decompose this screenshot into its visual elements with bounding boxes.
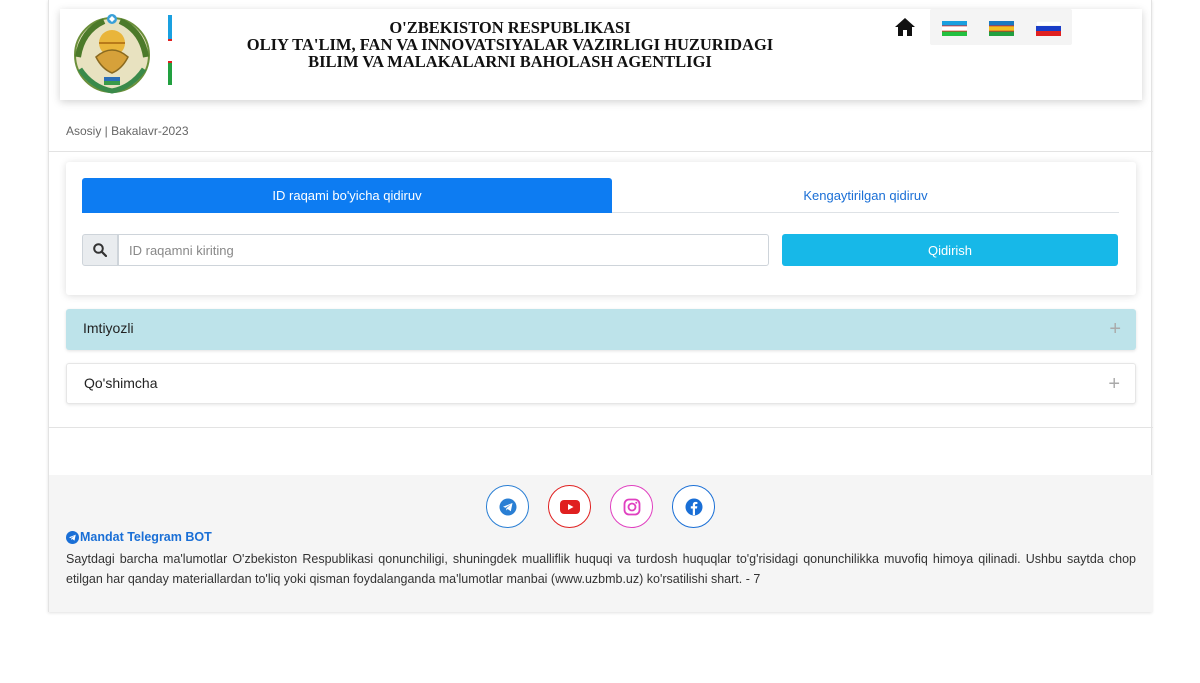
telegram-icon: [499, 498, 516, 515]
accordion-imtiyozli[interactable]: Imtiyozli +: [66, 309, 1136, 350]
agency-title: O'ZBEKISTON RESPUBLIKASI OLIY TA'LIM, FA…: [220, 19, 800, 70]
search-card: ID raqami bo'yicha qidiruv Kengaytirilga…: [66, 162, 1136, 295]
flag-stripe-icon: [168, 15, 172, 85]
accordion-label: Imtiyozli: [83, 320, 134, 336]
tab-advanced-search[interactable]: Kengaytirilgan qidiruv: [612, 178, 1119, 213]
home-icon[interactable]: [894, 17, 916, 37]
uzbekistan-flag-icon[interactable]: [942, 21, 967, 36]
youtube-link[interactable]: [548, 485, 591, 528]
copyright-text: Saytdagi barcha ma'lumotlar O'zbekiston …: [66, 552, 1136, 586]
id-search-input[interactable]: [118, 234, 769, 266]
plus-icon: +: [1109, 318, 1121, 340]
instagram-link[interactable]: [610, 485, 653, 528]
title-line-3: BILIM VA MALAKALARNI BAHOLASH AGENTLIGI: [308, 52, 712, 71]
page-container: O'ZBEKISTON RESPUBLIKASI OLIY TA'LIM, FA…: [48, 0, 1153, 612]
facebook-link[interactable]: [672, 485, 715, 528]
telegram-icon: [66, 530, 79, 544]
search-addon: [82, 234, 118, 266]
plus-icon: +: [1108, 373, 1120, 395]
title-line-2: OLIY TA'LIM, FAN VA INNOVATSIYALAR VAZIR…: [246, 35, 774, 54]
search-button[interactable]: Qidirish: [782, 234, 1118, 266]
instagram-icon: [623, 498, 640, 515]
search-icon: [93, 243, 107, 257]
telegram-bot-link[interactable]: Mandat Telegram BOT: [66, 530, 212, 544]
facebook-icon: [685, 498, 702, 515]
telegram-link[interactable]: [486, 485, 529, 528]
site-header: O'ZBEKISTON RESPUBLIKASI OLIY TA'LIM, FA…: [60, 9, 1142, 100]
tab-divider: [612, 212, 1119, 213]
state-emblem-icon: [74, 14, 150, 94]
tab-id-search[interactable]: ID raqami bo'yicha qidiruv: [82, 178, 612, 213]
language-selector: [930, 9, 1072, 45]
divider: [49, 427, 1153, 428]
youtube-icon: [559, 499, 580, 514]
telegram-bot-label: Mandat Telegram BOT: [80, 530, 212, 544]
divider: [49, 151, 1153, 152]
russia-flag-icon[interactable]: [1036, 21, 1061, 36]
karakalpakstan-flag-icon[interactable]: [989, 21, 1014, 36]
site-footer: Mandat Telegram BOT Saytdagi barcha ma'l…: [49, 475, 1153, 612]
title-line-1: O'ZBEKISTON RESPUBLIKASI: [389, 18, 631, 37]
accordion-qoshimcha[interactable]: Qo'shimcha +: [66, 363, 1136, 404]
breadcrumb[interactable]: Asosiy | Bakalavr-2023: [66, 124, 189, 138]
accordion-label: Qo'shimcha: [84, 375, 158, 391]
